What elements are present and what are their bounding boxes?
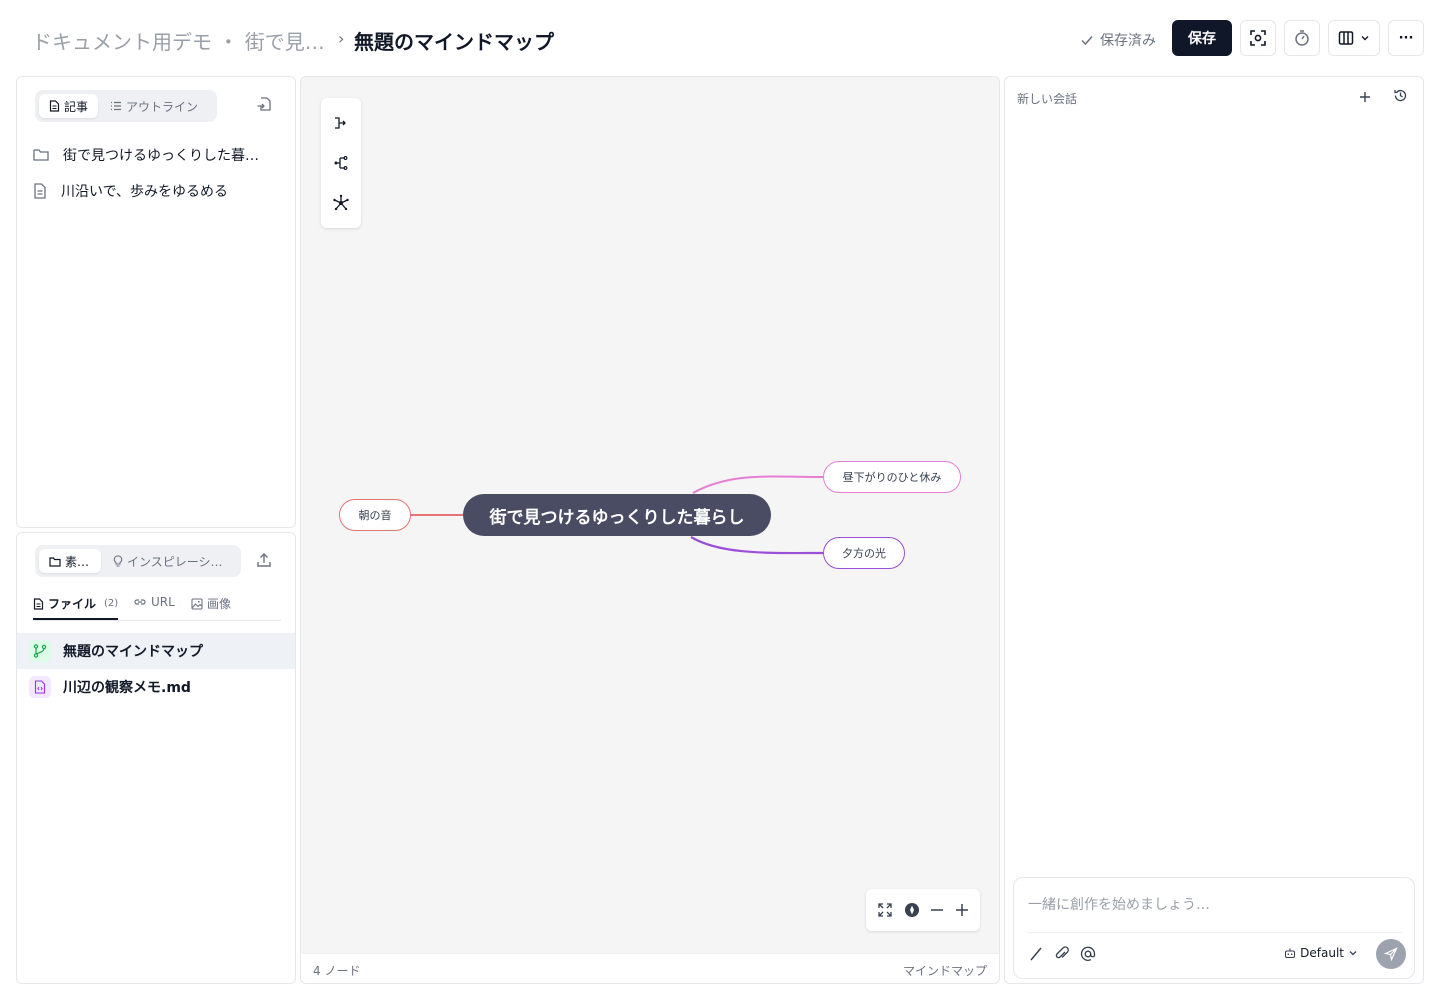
tree-item-label: 街で見つけるゆっくりした暮…	[63, 148, 259, 164]
tab-article[interactable]: 記事	[39, 94, 99, 118]
timer-button[interactable]	[1284, 20, 1320, 56]
mindmap-icon	[29, 640, 51, 662]
edge-afternoon	[692, 475, 824, 494]
file-count: (2)	[104, 598, 119, 609]
active-tab-indicator	[33, 618, 118, 620]
tab-inspiration-label: インスピレーシ…	[127, 554, 223, 569]
model-label: Default	[1300, 946, 1344, 960]
focus-icon	[1250, 30, 1266, 46]
tree-item-folder[interactable]: 街で見つけるゆっくりした暮…	[33, 145, 259, 165]
send-icon	[1384, 947, 1398, 961]
chevron-down-icon	[1349, 951, 1357, 956]
image-icon	[191, 597, 203, 610]
node-count: 4 ノード	[313, 964, 361, 978]
zoom-in-icon[interactable]	[955, 903, 969, 917]
document-icon	[49, 100, 60, 112]
list-icon	[111, 101, 122, 111]
mindmap-canvas[interactable]: 街で見つけるゆっくりした暮らし 朝の音 昼下がりのひと休み 夕方の光 4 ノード…	[300, 76, 1000, 984]
model-selector[interactable]: Default	[1284, 946, 1358, 960]
upload-button[interactable]	[256, 552, 274, 570]
fit-screen-icon[interactable]	[877, 902, 893, 918]
tab-images[interactable]: 画像	[191, 595, 231, 612]
tab-outline[interactable]: アウトライン	[100, 94, 208, 118]
chat-composer: 一緒に創作を始めましょう… Default	[1013, 877, 1415, 979]
page-title[interactable]: 無題のマインドマップ	[354, 26, 554, 55]
save-status: 保存済み	[1080, 30, 1156, 50]
article-tabs: 記事 アウトライン	[35, 90, 217, 122]
tree-item-label: 川沿いで、歩みをゆるめる	[61, 184, 229, 200]
materials-panel: 素… インスピレーシ… ファイル (2) URL 画像 無題のマインドマップ 川…	[16, 532, 296, 984]
import-button[interactable]	[256, 96, 274, 114]
chat-input[interactable]: 一緒に創作を始めましょう…	[1028, 894, 1210, 914]
upload-icon	[257, 553, 271, 567]
zoom-toolbar	[866, 889, 980, 931]
compass-icon[interactable]	[904, 902, 920, 918]
link-icon	[134, 599, 146, 605]
canvas-status-bar	[301, 953, 999, 983]
tab-files[interactable]: ファイル (2)	[33, 595, 118, 612]
layout-dropdown[interactable]	[1328, 20, 1380, 56]
tab-url[interactable]: URL	[133, 595, 175, 609]
tab-files-label: ファイル	[48, 597, 97, 611]
save-status-label: 保存済み	[1100, 33, 1156, 49]
file-name: 川辺の観察メモ.md	[63, 680, 191, 696]
chevron-down-icon	[1361, 36, 1369, 41]
document-icon	[34, 183, 46, 199]
mindmap-root-node[interactable]: 街で見つけるゆっくりした暮らし	[463, 494, 771, 536]
file-name: 無題のマインドマップ	[63, 644, 203, 660]
folder-icon	[33, 149, 49, 161]
file-type-tabs: ファイル (2) URL 画像	[33, 593, 281, 621]
more-button[interactable]: ···	[1388, 20, 1424, 56]
mindmap-node[interactable]: 夕方の光	[823, 537, 905, 569]
mindmap-node[interactable]: 朝の音	[339, 499, 411, 531]
tab-inspiration[interactable]: インスピレーシ…	[103, 549, 237, 573]
tab-article-label: 記事	[64, 99, 89, 114]
new-chat-button[interactable]	[1358, 89, 1374, 105]
document-icon	[33, 597, 44, 610]
import-icon	[257, 97, 271, 111]
code-file-icon	[29, 676, 51, 698]
save-button[interactable]: 保存	[1172, 20, 1232, 56]
robot-icon	[1285, 948, 1296, 959]
edge-evening	[690, 536, 824, 555]
tab-url-label: URL	[151, 595, 175, 609]
mindmap-node[interactable]: 昼下がりのひと休み	[823, 461, 961, 493]
tab-images-label: 画像	[207, 597, 232, 611]
breadcrumb-separator: ›	[338, 29, 345, 48]
tab-outline-label: アウトライン	[126, 99, 199, 114]
divider	[1028, 932, 1402, 933]
lightbulb-icon	[113, 555, 123, 567]
materials-tabs: 素… インスピレーシ…	[35, 545, 241, 577]
history-button[interactable]	[1393, 88, 1409, 104]
mode-label: マインドマップ	[902, 964, 987, 978]
article-panel: 記事 アウトライン 街で見つけるゆっくりした暮… 川沿いで、歩みをゆるめる	[16, 76, 296, 528]
plus-icon	[1360, 92, 1370, 102]
timer-icon	[1295, 30, 1309, 46]
tab-materials-label: 素…	[65, 554, 90, 569]
history-icon	[1394, 89, 1407, 102]
paperclip-icon[interactable]	[1054, 946, 1070, 962]
chat-title: 新しい会話	[1017, 92, 1078, 106]
breadcrumb-parent[interactable]: ドキュメント用デモ ・ 街で見…	[32, 26, 325, 55]
chat-panel: 新しい会話 一緒に創作を始めましょう… Default	[1004, 76, 1424, 984]
slash-icon[interactable]	[1028, 946, 1044, 962]
mention-icon[interactable]	[1080, 946, 1096, 962]
tab-materials[interactable]: 素…	[39, 549, 101, 573]
focus-button[interactable]	[1240, 20, 1276, 56]
columns-icon	[1338, 31, 1354, 45]
top-bar: ドキュメント用デモ ・ 街で見… › 無題のマインドマップ 保存済み 保存 ··…	[0, 0, 1440, 76]
tree-item-document[interactable]: 川沿いで、歩みをゆるめる	[33, 181, 228, 201]
check-icon	[1081, 36, 1093, 46]
zoom-out-icon[interactable]	[930, 903, 944, 917]
send-button[interactable]	[1376, 939, 1406, 969]
file-row-mindmap[interactable]: 無題のマインドマップ	[17, 633, 295, 669]
file-row-md[interactable]: 川辺の観察メモ.md	[17, 669, 295, 705]
folder-icon	[49, 556, 61, 567]
